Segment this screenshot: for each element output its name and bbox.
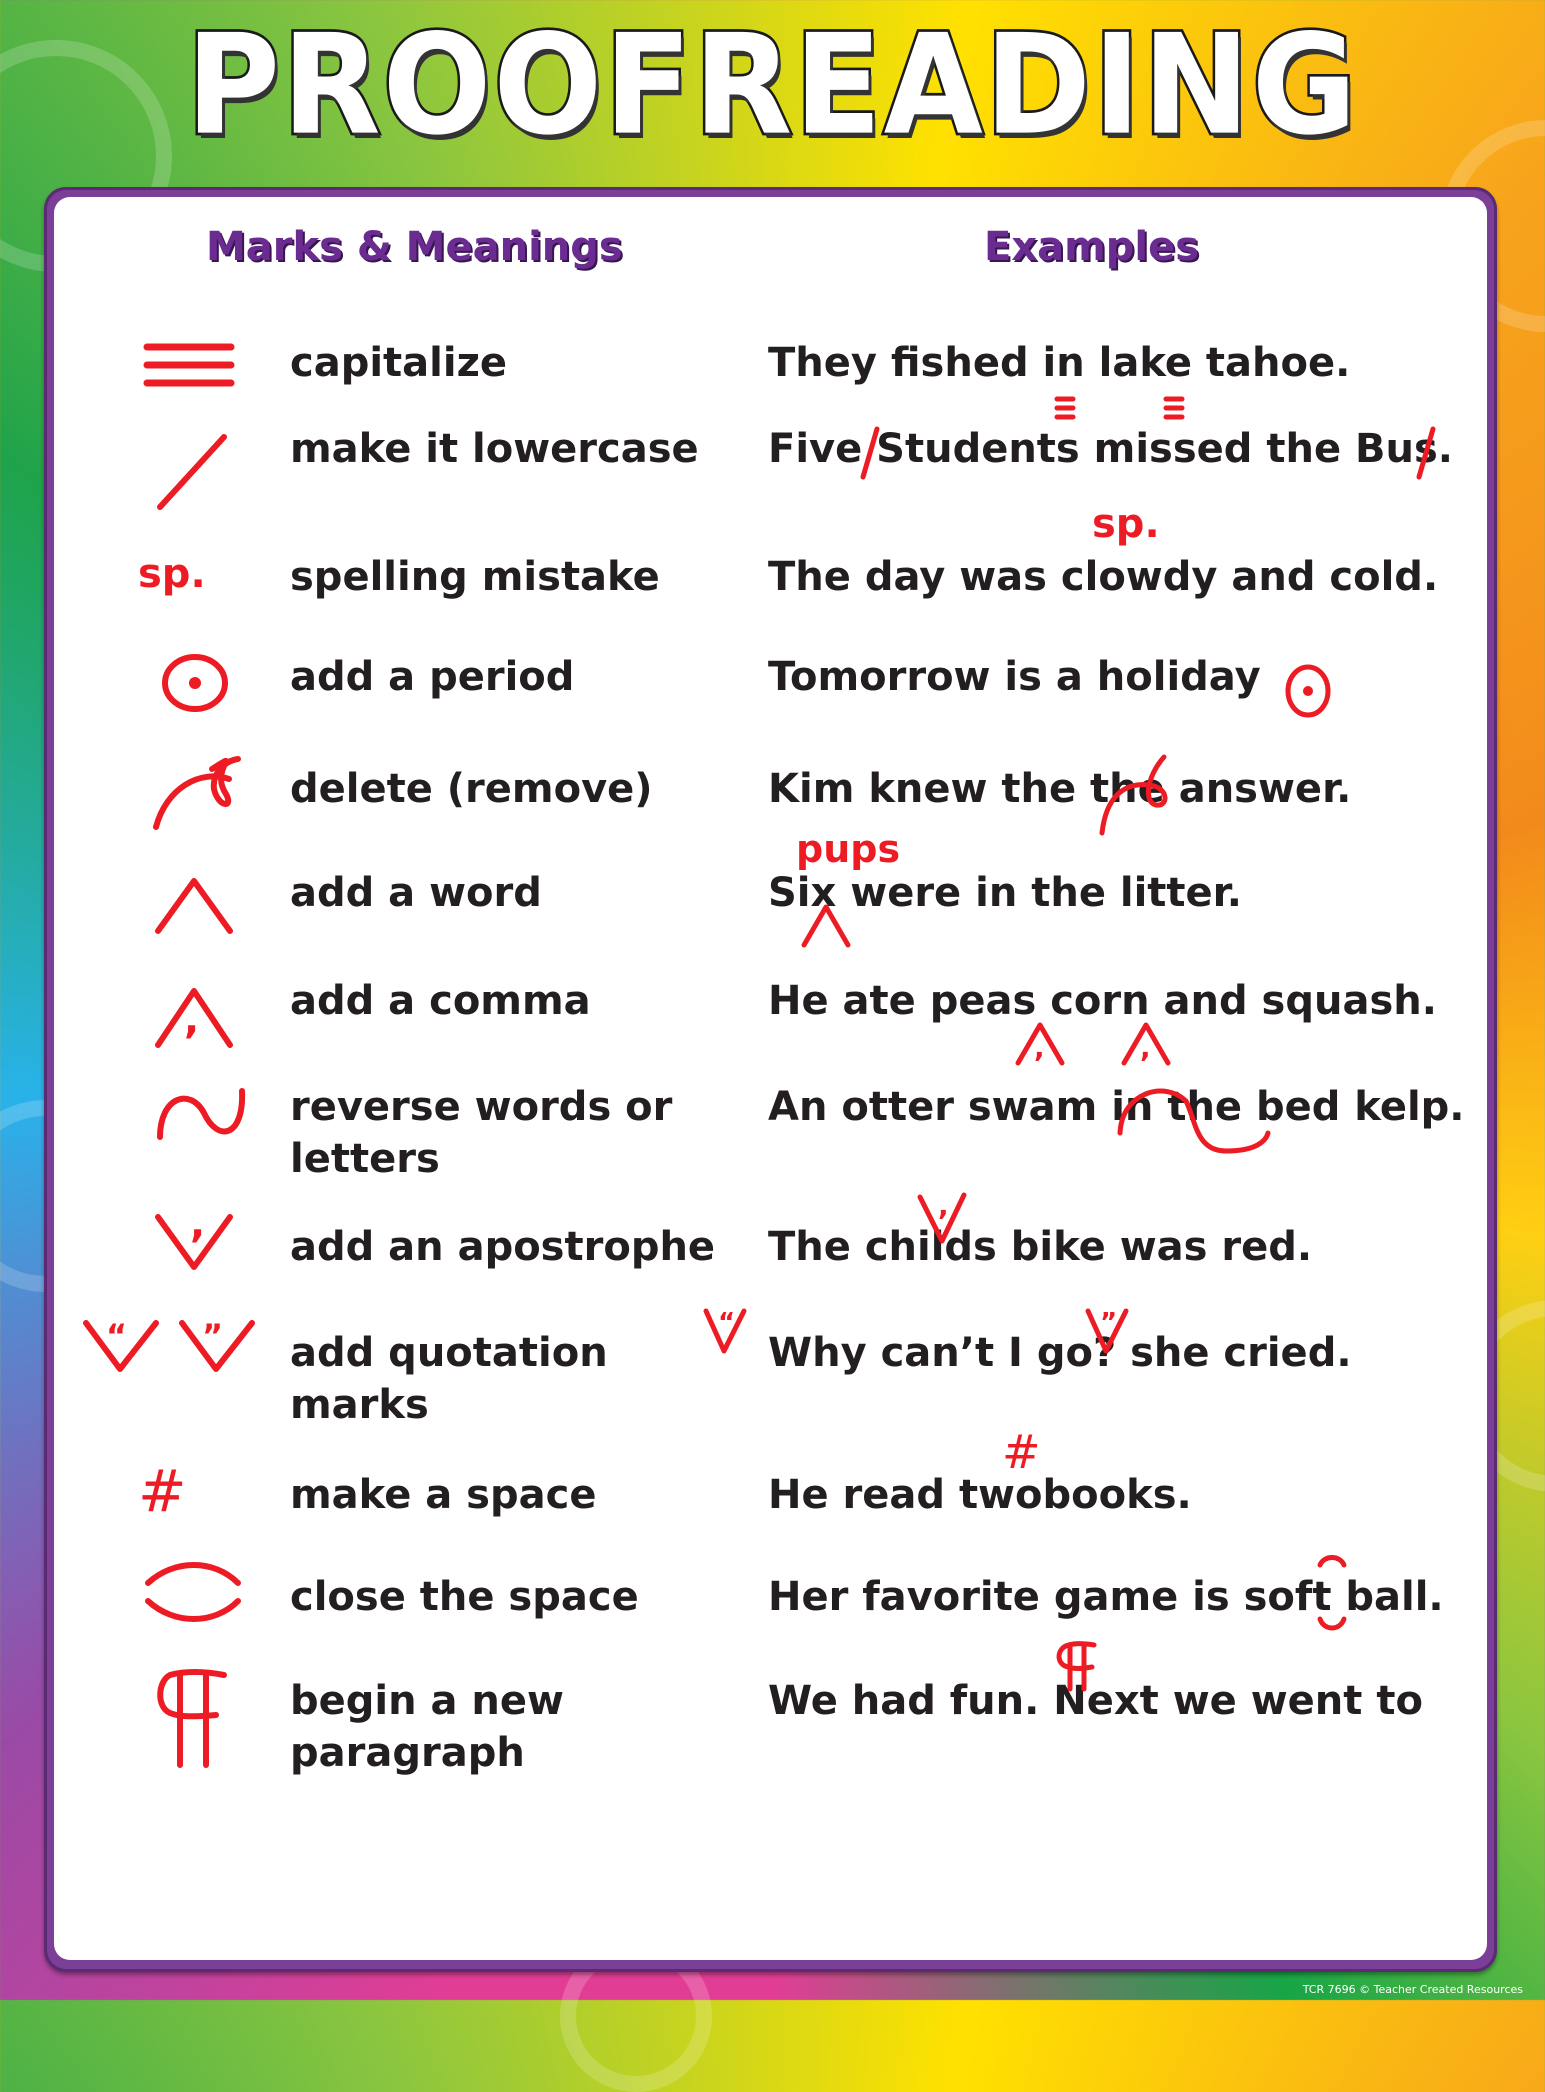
add-period-mark-example	[1285, 664, 1331, 718]
spelling-icon: sp.	[138, 551, 206, 597]
svg-text:,: ,	[938, 1189, 949, 1222]
mark-meaning: reverse words or letters	[290, 1084, 673, 1182]
copyright-footer: TCR 7696 © Teacher Created Resources	[1302, 1983, 1523, 1996]
content-panel: Marks & Meanings Examples capitalize The…	[54, 197, 1487, 1960]
mark-example: The day was clowdy and cold.	[768, 554, 1439, 600]
svg-text:,: ,	[1140, 1031, 1151, 1064]
delete-icon	[114, 749, 241, 849]
mark-example: Five Students missed the Bus.	[768, 426, 1453, 472]
add-word-annotation: pups	[796, 827, 901, 871]
content-frame: Marks & Meanings Examples capitalize The…	[44, 187, 1497, 1972]
add-apostrophe-icon: ,	[114, 1201, 234, 1307]
space-icon: #	[138, 1457, 187, 1525]
mark-example: Six were in the litter.	[768, 870, 1242, 916]
mark-example: Tomorrow is a holiday	[768, 654, 1261, 700]
mark-example: Her favorite game is soft ball.	[768, 1574, 1444, 1620]
mark-example: Kim knew the the answer.	[768, 766, 1352, 812]
mark-meaning: add quotation marks	[290, 1330, 608, 1428]
mark-meaning: spelling mistake	[290, 554, 660, 600]
close-space-icon	[114, 1557, 241, 1657]
paragraph-icon	[114, 1661, 234, 1768]
mark-example: Why can’t I go? she cried.	[768, 1330, 1352, 1376]
mark-meaning: close the space	[290, 1574, 639, 1620]
mark-meaning: begin a new paragraph	[290, 1678, 564, 1776]
mark-example: We had fun. Next we went to	[768, 1678, 1423, 1724]
mark-meaning: add a comma	[290, 978, 591, 1024]
caret-icon	[114, 861, 234, 961]
svg-text:”: ”	[202, 1317, 223, 1355]
svg-text:,: ,	[190, 1201, 205, 1247]
mark-meaning: add a word	[290, 870, 542, 916]
spelling-annotation: sp.	[1092, 501, 1160, 547]
column-heading-marks: Marks & Meanings	[206, 224, 623, 270]
capitalize-icon	[114, 331, 235, 431]
mark-example: The childs bike was red.	[768, 1224, 1313, 1270]
mark-meaning: add a period	[290, 654, 575, 700]
svg-text:,: ,	[1034, 1031, 1045, 1064]
mark-meaning: delete (remove)	[290, 766, 653, 812]
mark-example: They fished in lake tahoe.	[768, 340, 1351, 386]
mark-meaning: capitalize	[290, 340, 507, 386]
lowercase-slash-icon	[114, 431, 234, 531]
add-comma-icon: ,	[114, 971, 234, 1071]
add-period-icon	[114, 647, 234, 747]
mark-example: He ate peas corn and squash.	[768, 978, 1437, 1024]
svg-text:,: ,	[184, 997, 199, 1043]
mark-meaning: add an apostrophe	[290, 1224, 716, 1270]
mark-example: He read twobooks.	[768, 1472, 1192, 1518]
svg-text:“: “	[106, 1317, 127, 1355]
mark-meaning: make a space	[290, 1472, 597, 1518]
add-quotes-icon: “ ”	[83, 1313, 274, 1413]
mark-example: An otter swam in the bed kelp.	[768, 1084, 1465, 1130]
mark-meaning: make it lowercase	[290, 426, 699, 472]
reverse-icon	[114, 1077, 246, 1177]
column-heading-examples: Examples	[984, 224, 1200, 270]
